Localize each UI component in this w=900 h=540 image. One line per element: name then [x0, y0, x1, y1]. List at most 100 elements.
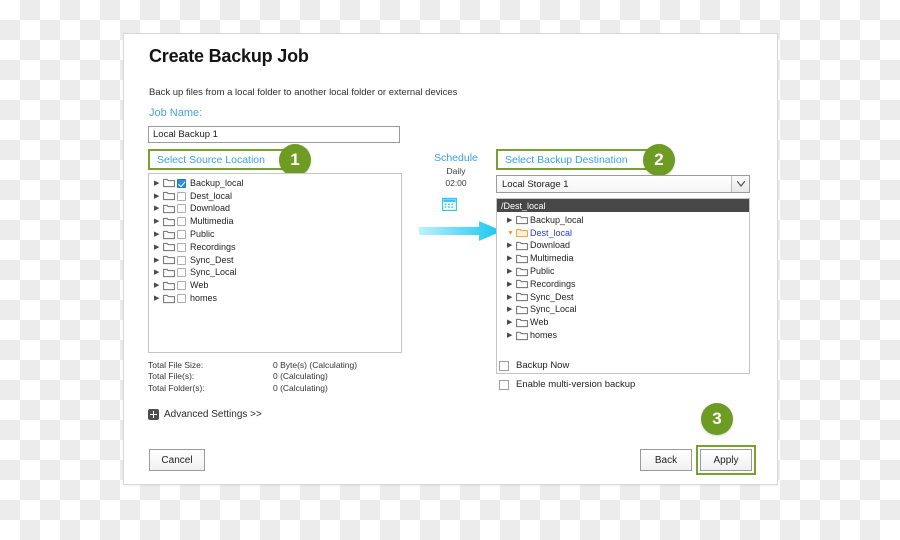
- folder-icon: [163, 268, 175, 278]
- multi-version-label: Enable multi-version backup: [516, 379, 636, 390]
- destination-folder-label: Recordings: [530, 278, 576, 289]
- flow-arrow-icon: [419, 220, 503, 242]
- folder-icon: [163, 281, 175, 291]
- source-folder-checkbox[interactable]: [177, 178, 186, 188]
- destination-tree-row[interactable]: ▶ homes: [497, 329, 749, 342]
- destination-tree-row[interactable]: ▶ Web: [497, 316, 749, 329]
- destination-folder-label: homes: [530, 330, 558, 341]
- destination-folder-label: Web: [530, 317, 549, 328]
- source-folder-checkbox[interactable]: [177, 294, 186, 304]
- source-folder-checkbox[interactable]: [177, 217, 186, 227]
- select-backup-destination-header[interactable]: Select Backup Destination: [496, 149, 656, 170]
- expand-triangle-icon[interactable]: ▶: [507, 319, 516, 326]
- statistic-row: Total Folder(s): 0 (Calculating): [148, 382, 357, 394]
- expand-triangle-icon[interactable]: ▶: [154, 269, 163, 276]
- folder-icon: [163, 191, 175, 201]
- destination-folder-label: Sync_Dest: [530, 291, 574, 302]
- source-folder-checkbox[interactable]: [177, 281, 186, 291]
- destination-tree-row[interactable]: ▶ Sync_Local: [497, 304, 749, 317]
- expand-triangle-icon[interactable]: ▶: [507, 332, 516, 339]
- apply-button[interactable]: Apply: [700, 449, 752, 471]
- destination-folder-label: Multimedia: [530, 253, 574, 264]
- folder-icon: [516, 254, 528, 264]
- expand-triangle-icon[interactable]: ▼: [507, 230, 516, 237]
- source-tree-row[interactable]: ▶ Download: [149, 203, 401, 216]
- destination-path-header: /Dest_local: [497, 199, 749, 212]
- expand-triangle-icon[interactable]: ▶: [507, 306, 516, 313]
- backup-now-label: Backup Now: [516, 360, 570, 371]
- folder-icon: [163, 178, 175, 188]
- source-tree-row[interactable]: ▶ Web: [149, 279, 401, 292]
- multi-version-checkbox[interactable]: [499, 379, 509, 390]
- expand-triangle-icon[interactable]: ▶: [154, 231, 163, 238]
- source-folder-label: Download: [190, 203, 231, 214]
- destination-folder-label: Backup_local: [530, 214, 584, 225]
- expand-triangle-icon[interactable]: ▶: [507, 242, 516, 249]
- source-folder-tree[interactable]: ▶ Backup_local ▶ Dest_local ▶ Download ▶ Multim…: [148, 173, 402, 353]
- calendar-icon: [441, 197, 458, 212]
- statistic-value: 0 Byte(s) (Calculating): [273, 359, 358, 370]
- source-folder-checkbox[interactable]: [177, 204, 186, 214]
- expand-triangle-icon[interactable]: ▶: [507, 217, 516, 224]
- source-folder-checkbox[interactable]: [177, 230, 186, 240]
- folder-icon: [516, 279, 528, 289]
- source-folder-label: Sync_Dest: [190, 254, 234, 265]
- backup-now-option[interactable]: Backup Now: [499, 360, 569, 371]
- source-tree-row[interactable]: ▶ Backup_local: [149, 177, 401, 190]
- source-tree-row[interactable]: ▶ homes: [149, 292, 401, 305]
- expand-triangle-icon[interactable]: ▶: [154, 295, 163, 302]
- source-tree-row[interactable]: ▶ Public: [149, 228, 401, 241]
- folder-icon: [163, 217, 175, 227]
- expand-triangle-icon[interactable]: ▶: [507, 268, 516, 275]
- advanced-settings-toggle[interactable]: Advanced Settings >>: [148, 409, 262, 420]
- expand-triangle-icon[interactable]: ▶: [507, 255, 516, 262]
- destination-tree-row[interactable]: ▶ Recordings: [497, 278, 749, 291]
- destination-tree-row[interactable]: ▼ Dest_local: [497, 227, 749, 240]
- multi-version-option[interactable]: Enable multi-version backup: [499, 379, 635, 390]
- source-folder-checkbox[interactable]: [177, 268, 186, 278]
- destination-tree-row[interactable]: ▶ Public: [497, 265, 749, 278]
- destination-folder-label: Sync_Local: [530, 304, 577, 315]
- cancel-button[interactable]: Cancel: [149, 449, 205, 471]
- destination-tree-row[interactable]: ▶ Download: [497, 240, 749, 253]
- source-folder-label: Public: [190, 229, 215, 240]
- destination-tree-row[interactable]: ▶ Multimedia: [497, 252, 749, 265]
- source-folder-checkbox[interactable]: [177, 255, 186, 265]
- expand-triangle-icon[interactable]: ▶: [507, 294, 516, 301]
- source-tree-row[interactable]: ▶ Sync_Local: [149, 267, 401, 280]
- source-tree-row[interactable]: ▶ Sync_Dest: [149, 254, 401, 267]
- source-tree-row[interactable]: ▶ Multimedia: [149, 215, 401, 228]
- expand-triangle-icon[interactable]: ▶: [507, 281, 516, 288]
- source-folder-label: Web: [190, 280, 209, 291]
- destination-folder-label: Public: [530, 266, 555, 277]
- expand-triangle-icon[interactable]: ▶: [154, 244, 163, 251]
- expand-triangle-icon[interactable]: ▶: [154, 193, 163, 200]
- destination-folder-tree[interactable]: /Dest_local ▶ Backup_local ▼ Dest_local ▶ Down…: [496, 198, 750, 374]
- select-source-location-header[interactable]: Select Source Location: [148, 149, 292, 170]
- job-name-input[interactable]: [148, 126, 400, 143]
- dialog-subtitle: Back up files from a local folder to ano…: [149, 87, 458, 98]
- source-tree-row[interactable]: ▶ Dest_local: [149, 190, 401, 203]
- expand-triangle-icon[interactable]: ▶: [154, 180, 163, 187]
- folder-icon: [516, 318, 528, 328]
- advanced-settings-label: Advanced Settings >>: [164, 409, 262, 420]
- statistic-label: Total File Size:: [148, 359, 204, 370]
- destination-tree-row[interactable]: ▶ Backup_local: [497, 214, 749, 227]
- expand-triangle-icon[interactable]: ▶: [154, 282, 163, 289]
- folder-icon: [516, 331, 528, 341]
- source-folder-checkbox[interactable]: [177, 242, 186, 252]
- expand-triangle-icon[interactable]: ▶: [154, 205, 163, 212]
- statistic-row: Total File Size: 0 Byte(s) (Calculating): [148, 359, 357, 371]
- back-button[interactable]: Back: [640, 449, 692, 471]
- backup-now-checkbox[interactable]: [499, 360, 509, 371]
- chevron-down-icon[interactable]: [731, 176, 749, 192]
- source-tree-row[interactable]: ▶ Recordings: [149, 241, 401, 254]
- backup-destination-value: Local Storage 1: [502, 178, 569, 190]
- destination-folder-label: Dest_local: [530, 227, 573, 238]
- expand-triangle-icon[interactable]: ▶: [154, 218, 163, 225]
- source-folder-checkbox[interactable]: [177, 191, 186, 201]
- expand-triangle-icon[interactable]: ▶: [154, 257, 163, 264]
- backup-destination-select[interactable]: Local Storage 1: [496, 175, 750, 193]
- destination-tree-row[interactable]: ▶ Sync_Dest: [497, 291, 749, 304]
- expand-plus-icon: [148, 409, 159, 420]
